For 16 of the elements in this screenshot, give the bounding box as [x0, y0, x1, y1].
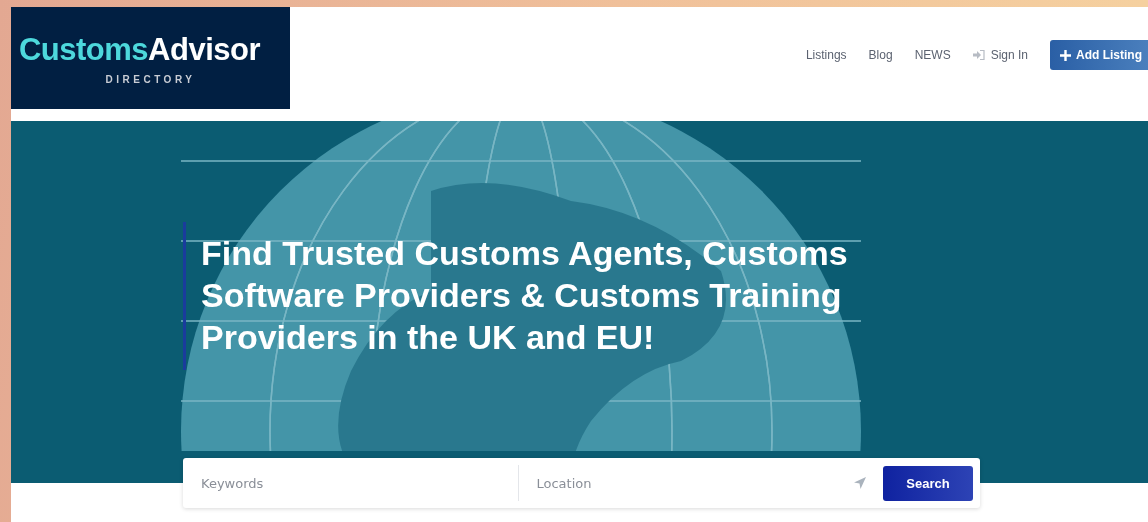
search-button[interactable]: Search [883, 465, 973, 501]
search-form[interactable]: Keywords Location Search [183, 458, 980, 508]
sign-in-link[interactable]: Sign In [972, 48, 1028, 62]
nav-link[interactable]: NEWS [914, 48, 951, 62]
logo-wordmark: CustomsAdvisor [18, 31, 261, 68]
logo[interactable]: CustomsAdvisor DIRECTORY [11, 7, 290, 109]
nav-link[interactable]: Blog [868, 48, 893, 62]
logo-tagline: DIRECTORY [105, 73, 196, 85]
nav-link[interactable]: Listings [805, 48, 847, 62]
keywords-field[interactable]: Keywords [183, 463, 518, 503]
location-arrow-icon [853, 476, 867, 490]
sign-in-icon [972, 50, 985, 60]
plus-icon [1060, 49, 1071, 61]
hero-heading: Find Trusted Customs Agents, Customs Software Providers & Customs Training Providers in the UK and EU! [183, 222, 891, 370]
location-field[interactable]: Location [518, 463, 853, 503]
add-listing-button[interactable]: Add Listing [1050, 40, 1148, 70]
